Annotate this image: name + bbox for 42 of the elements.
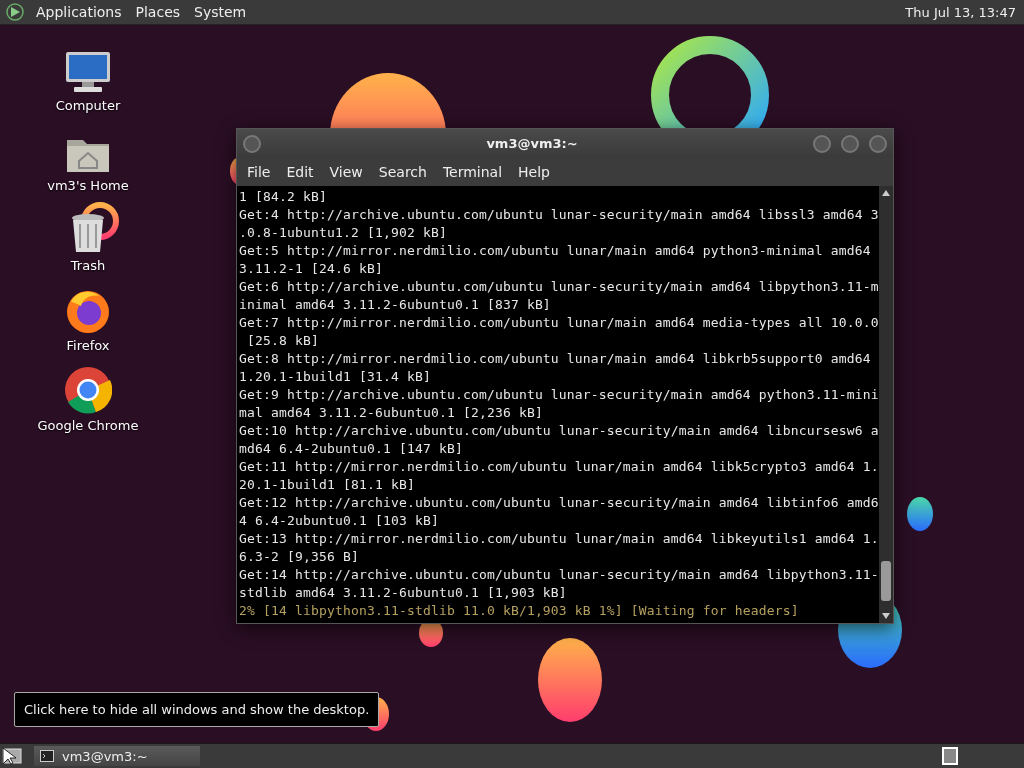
terminal-line: 1.20.1-1build1 [31.4 kB] xyxy=(239,368,432,386)
progress-line: 2% [14 libpython3.11-stdlib 11.0 kB/1,903 kB 1%] [Waiting for headers] xyxy=(239,602,800,620)
terminal-line: Get:8 http://mirror.nerdmilio.com/ubuntu lunar/main amd64 libkrb5support0 amd64 xyxy=(239,350,872,368)
menu-item[interactable]: View xyxy=(323,164,369,180)
taskbar-button[interactable]: vm3@vm3:~ xyxy=(34,746,200,766)
menu-item[interactable]: File xyxy=(241,164,277,180)
terminal-line: 3.11.2-1 [24.6 kB] xyxy=(239,260,384,278)
terminal-line: stdlib amd64 3.11.2-6ubuntu0.1 [1,903 kB] xyxy=(239,584,568,602)
clock[interactable]: Thu Jul 13, 13:47 xyxy=(905,4,1016,20)
desktop-icon-label[interactable]: vm3's Home xyxy=(47,178,129,193)
terminal-line: Get:13 http://mirror.nerdmilio.com/ubuntu lunar/main amd64 libkeyutils1 amd64 1. xyxy=(239,530,879,548)
desktop-icon-label[interactable]: Computer xyxy=(55,98,121,113)
terminal-line: inimal amd64 3.11.2-6ubuntu0.1 [837 kB] xyxy=(239,296,552,314)
panel-menu[interactable]: Applications xyxy=(34,4,124,20)
terminal-line: 4 6.4-2ubuntu0.1 [103 kB] xyxy=(239,512,440,530)
terminal-line: Get:12 http://archive.ubuntu.com/ubuntu lunar-security/main amd64 libtinfo6 amd6 xyxy=(239,494,879,512)
menu-item[interactable]: Terminal xyxy=(436,164,509,180)
menu-item[interactable]: Search xyxy=(372,164,433,180)
terminal-line: Get:10 http://archive.ubuntu.com/ubuntu lunar-security/main amd64 libncursesw6 a xyxy=(239,422,879,440)
menu-item[interactable]: Help xyxy=(512,164,556,180)
tooltip: Click here to hide all windows and show the desktop. xyxy=(14,692,380,727)
desktop-icon-label[interactable]: Firefox xyxy=(66,338,110,353)
terminal-line: Get:5 http://mirror.nerdmilio.com/ubuntu lunar/main amd64 python3-minimal amd64 xyxy=(239,242,872,260)
terminal-line: Get:11 http://mirror.nerdmilio.com/ubuntu lunar/main amd64 libk5crypto3 amd64 1. xyxy=(239,458,879,476)
terminal-line: 1 [84.2 kB] xyxy=(239,188,328,206)
terminal-line: 20.1-1build1 [81.1 kB] xyxy=(239,476,416,494)
terminal-line: [25.8 kB] xyxy=(246,332,320,350)
terminal-line: md64 6.4-2ubuntu0.1 [147 kB] xyxy=(239,440,464,458)
terminal-line: Get:14 http://archive.ubuntu.com/ubuntu lunar-security/main amd64 libpython3.11- xyxy=(239,566,879,584)
terminal-line: 6.3-2 [9,356 B] xyxy=(239,548,360,566)
terminal-line: mal amd64 3.11.2-6ubuntu0.1 [2,236 kB] xyxy=(239,404,544,422)
terminal-line: .0.8-1ubuntu1.2 [1,902 kB] xyxy=(239,224,448,242)
terminal-line: Get:7 http://mirror.nerdmilio.com/ubuntu lunar/main amd64 media-types all 10.0.0 xyxy=(239,314,879,332)
panel-menu[interactable]: System xyxy=(192,4,249,20)
desktop-icon-label[interactable]: Trash xyxy=(70,258,106,273)
terminal-line: Get:9 http://archive.ubuntu.com/ubuntu lunar-security/main amd64 python3.11-mini xyxy=(239,386,879,404)
window-title: vm3@vm3:~ xyxy=(485,136,579,151)
panel-menu[interactable]: Places xyxy=(133,4,183,20)
menu-item[interactable]: Edit xyxy=(280,164,320,180)
desktop-icon-label[interactable]: Google Chrome xyxy=(37,418,139,433)
terminal-line: Get:4 http://archive.ubuntu.com/ubuntu lunar-security/main amd64 libssl3 amd64 3 xyxy=(239,206,879,224)
terminal-line: Get:6 http://archive.ubuntu.com/ubuntu lunar-security/main amd64 libpython3.11-m xyxy=(239,278,879,296)
